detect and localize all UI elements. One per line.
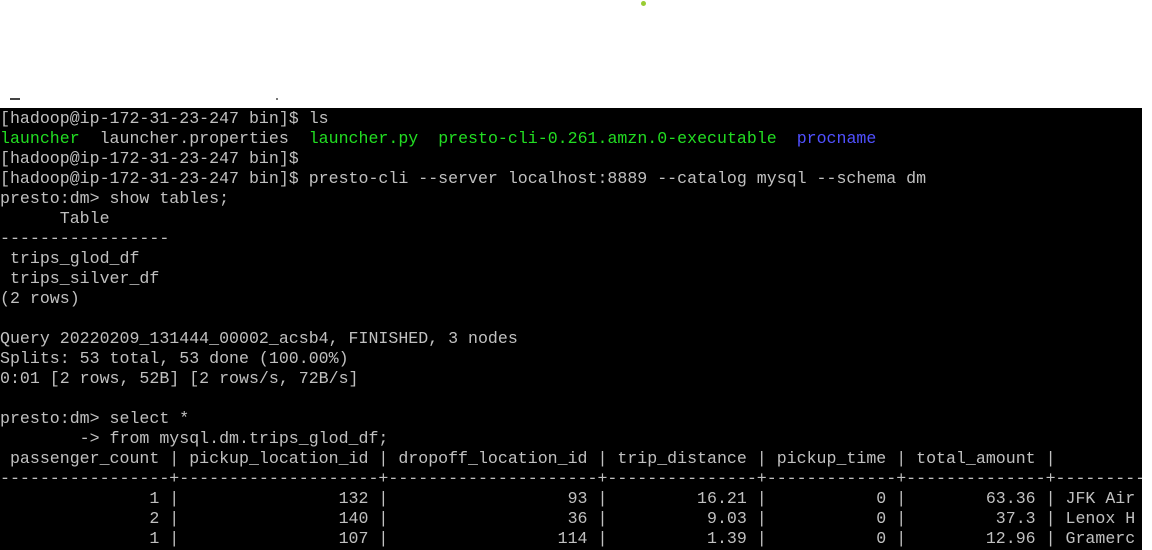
result-header: passenger_count | pickup_location_id | d… (0, 449, 1056, 468)
query-status-line: Query 20220209_131444_00002_acsb4, FINIS… (0, 329, 518, 348)
result-row: 2 | 140 | 36 | 9.03 | 0 | 37.3 | Lenox H (0, 509, 1136, 528)
ls-output-line: launcher launcher.properties launcher.py… (0, 129, 1142, 149)
result-rule: -----------------+--------------------+-… (0, 469, 1142, 488)
empty-prompt-line: [hadoop@ip-172-31-23-247 bin]$ (0, 149, 299, 168)
clipped-text-remnant (276, 98, 278, 100)
terminal-window[interactable]: [hadoop@ip-172-31-23-247 bin]$ ls launch… (0, 108, 1142, 550)
result-row: 1 | 132 | 93 | 16.21 | 0 | 63.36 | JFK A… (0, 489, 1136, 508)
status-dot (641, 1, 646, 6)
ls-entry-separator: launcher.properties (99, 129, 289, 148)
tables-header: Table (0, 209, 110, 228)
clipped-text-remnant (10, 98, 20, 100)
scrollbar-track[interactable] (1142, 108, 1152, 550)
ls-entry-directory: procname (796, 129, 877, 148)
screenshot-page: [hadoop@ip-172-31-23-247 bin]$ ls launch… (0, 0, 1152, 550)
table-row: trips_glod_df (0, 249, 140, 268)
ls-entry-executable: launcher (0, 129, 80, 148)
table-row: trips_silver_df (0, 269, 160, 288)
ls-entry-separator (418, 129, 438, 148)
ls-command-line: [hadoop@ip-172-31-23-247 bin]$ ls (0, 109, 329, 128)
splits-line: Splits: 53 total, 53 done (100.00%) (0, 349, 349, 368)
presto-command-line: [hadoop@ip-172-31-23-247 bin]$ presto-cl… (0, 169, 927, 188)
ls-entry-executable: presto-cli-0.261.amzn.0-executable (438, 129, 777, 148)
rows-count-line: (2 rows) (0, 289, 80, 308)
tables-rule: ----------------- (0, 229, 170, 248)
result-row: 1 | 107 | 114 | 1.39 | 0 | 12.96 | Grame… (0, 529, 1136, 548)
select-continuation-line: -> from mysql.dm.trips_glod_df; (0, 429, 389, 448)
ls-entry-separator (80, 129, 100, 148)
ls-entry-executable: launcher.py (308, 129, 419, 148)
show-tables-line: presto:dm> show tables; (0, 189, 230, 208)
ls-entry-separator (777, 129, 797, 148)
timing-line: 0:01 [2 rows, 52B] [2 rows/s, 72B/s] (0, 369, 359, 388)
ls-entry-separator (289, 129, 309, 148)
select-line: presto:dm> select * (0, 409, 190, 428)
